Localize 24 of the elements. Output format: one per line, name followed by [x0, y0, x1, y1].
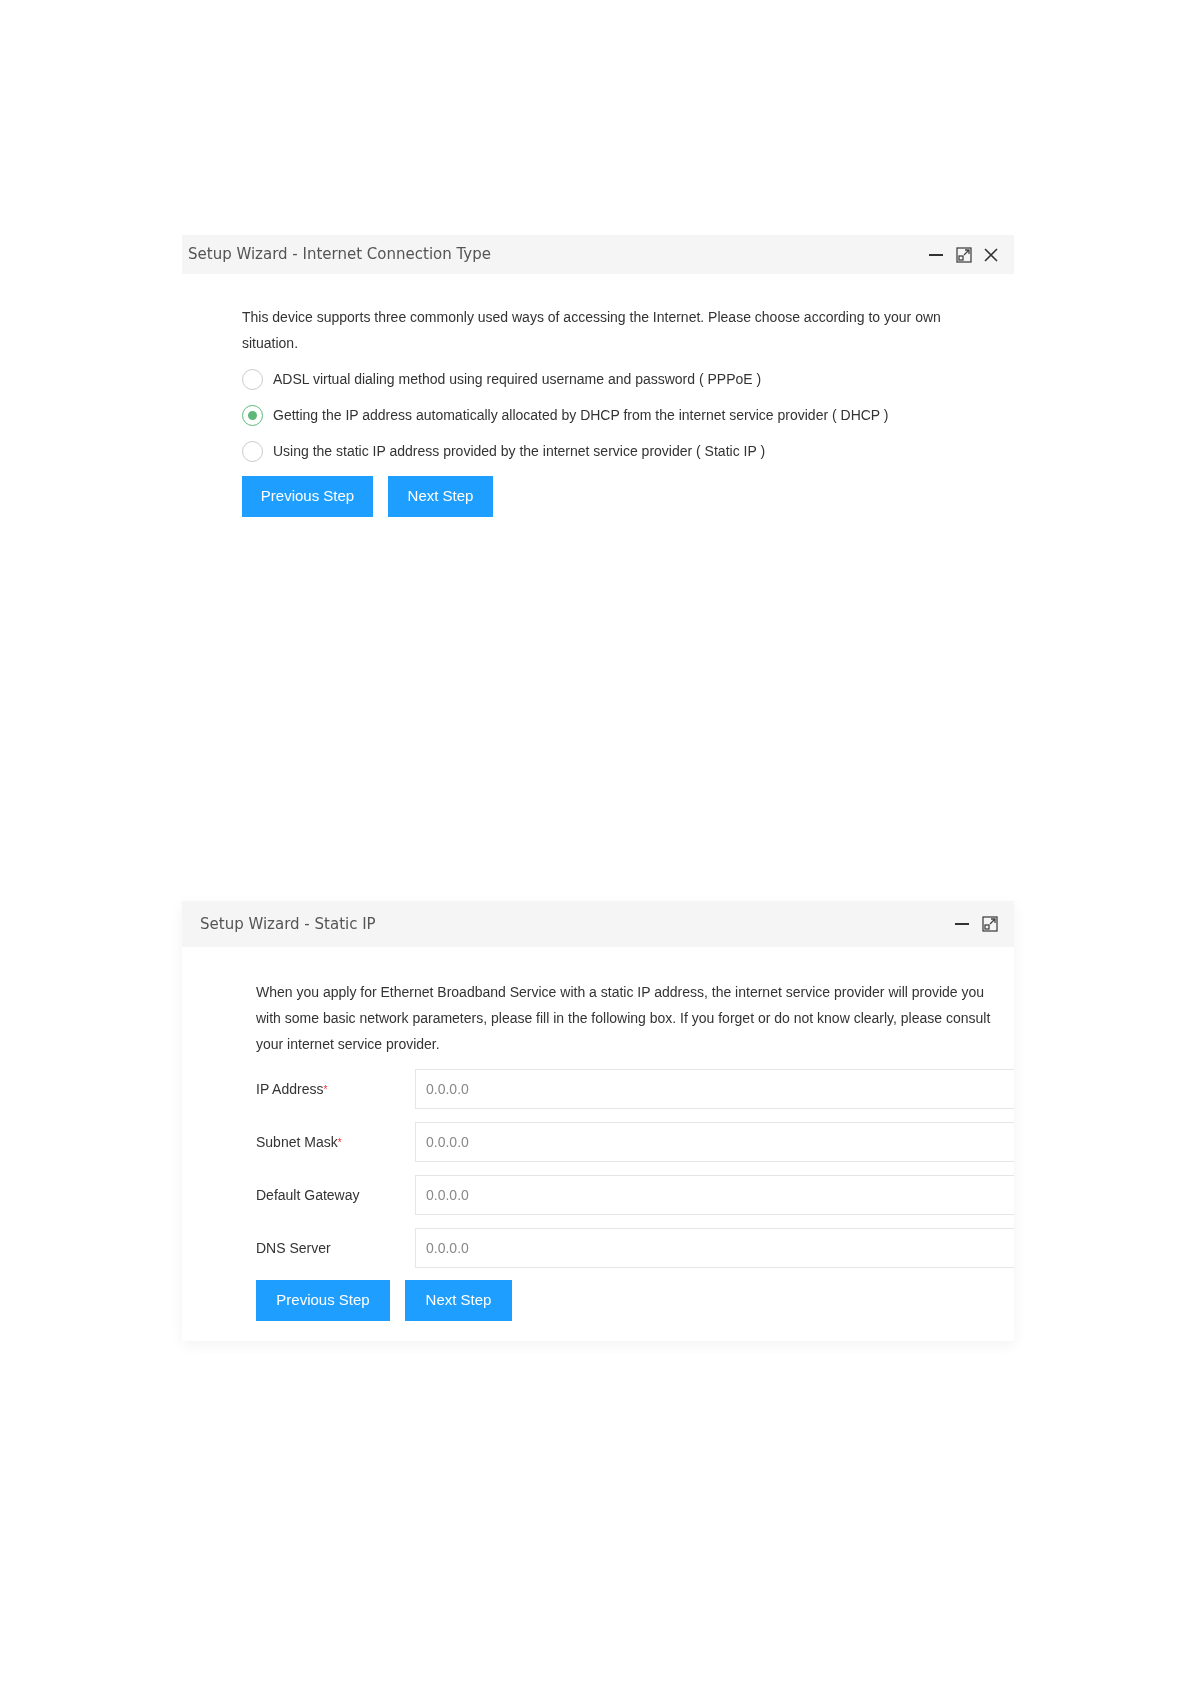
required-mark: * [323, 1082, 328, 1097]
intro-text: This device supports three commonly used ways of accessing the Internet. Please choose according to your own situation. [242, 308, 942, 353]
window-title: Setup Wizard - Internet Connection Type [188, 244, 491, 266]
window-title: Setup Wizard - Static IP [200, 913, 376, 935]
input-field[interactable]: 0.0.0.0 [415, 1069, 1014, 1109]
field-label: Default Gateway [256, 1185, 360, 1205]
step-button[interactable]: Previous Step [256, 1280, 390, 1321]
required-mark: * [337, 1135, 342, 1150]
field-label: Subnet Mask [256, 1132, 338, 1152]
field-label: DNS Server [256, 1238, 331, 1258]
field-label: IP Address [256, 1079, 324, 1099]
radio-label: Getting the IP address automatically allocated by DHCP from the internet service provider ( DHCP ) [273, 406, 889, 425]
radio-label: Using the static IP address provided by the internet service provider ( Static IP ) [273, 442, 766, 461]
input-field[interactable]: 0.0.0.0 [415, 1122, 1014, 1162]
step-button[interactable]: Previous Step [242, 476, 373, 517]
maximize-icon[interactable] [982, 916, 998, 932]
radio-label: ADSL virtual dialing method using required username and password ( PPPoE ) [273, 370, 762, 389]
close-icon[interactable] [984, 247, 998, 262]
step-button[interactable]: Next Step [388, 476, 493, 517]
step-button[interactable]: Next Step [405, 1280, 512, 1321]
maximize-icon[interactable] [956, 246, 972, 263]
intro-text: When you apply for Ethernet Broadband Service with a static IP address, the internet service provider will provide you with some basic network parameters, please fill in the following box. If you forget or do not know clearly, please consult your internet service provider. [256, 983, 992, 1054]
input-field[interactable]: 0.0.0.0 [415, 1228, 1014, 1268]
input-field[interactable]: 0.0.0.0 [415, 1175, 1014, 1215]
